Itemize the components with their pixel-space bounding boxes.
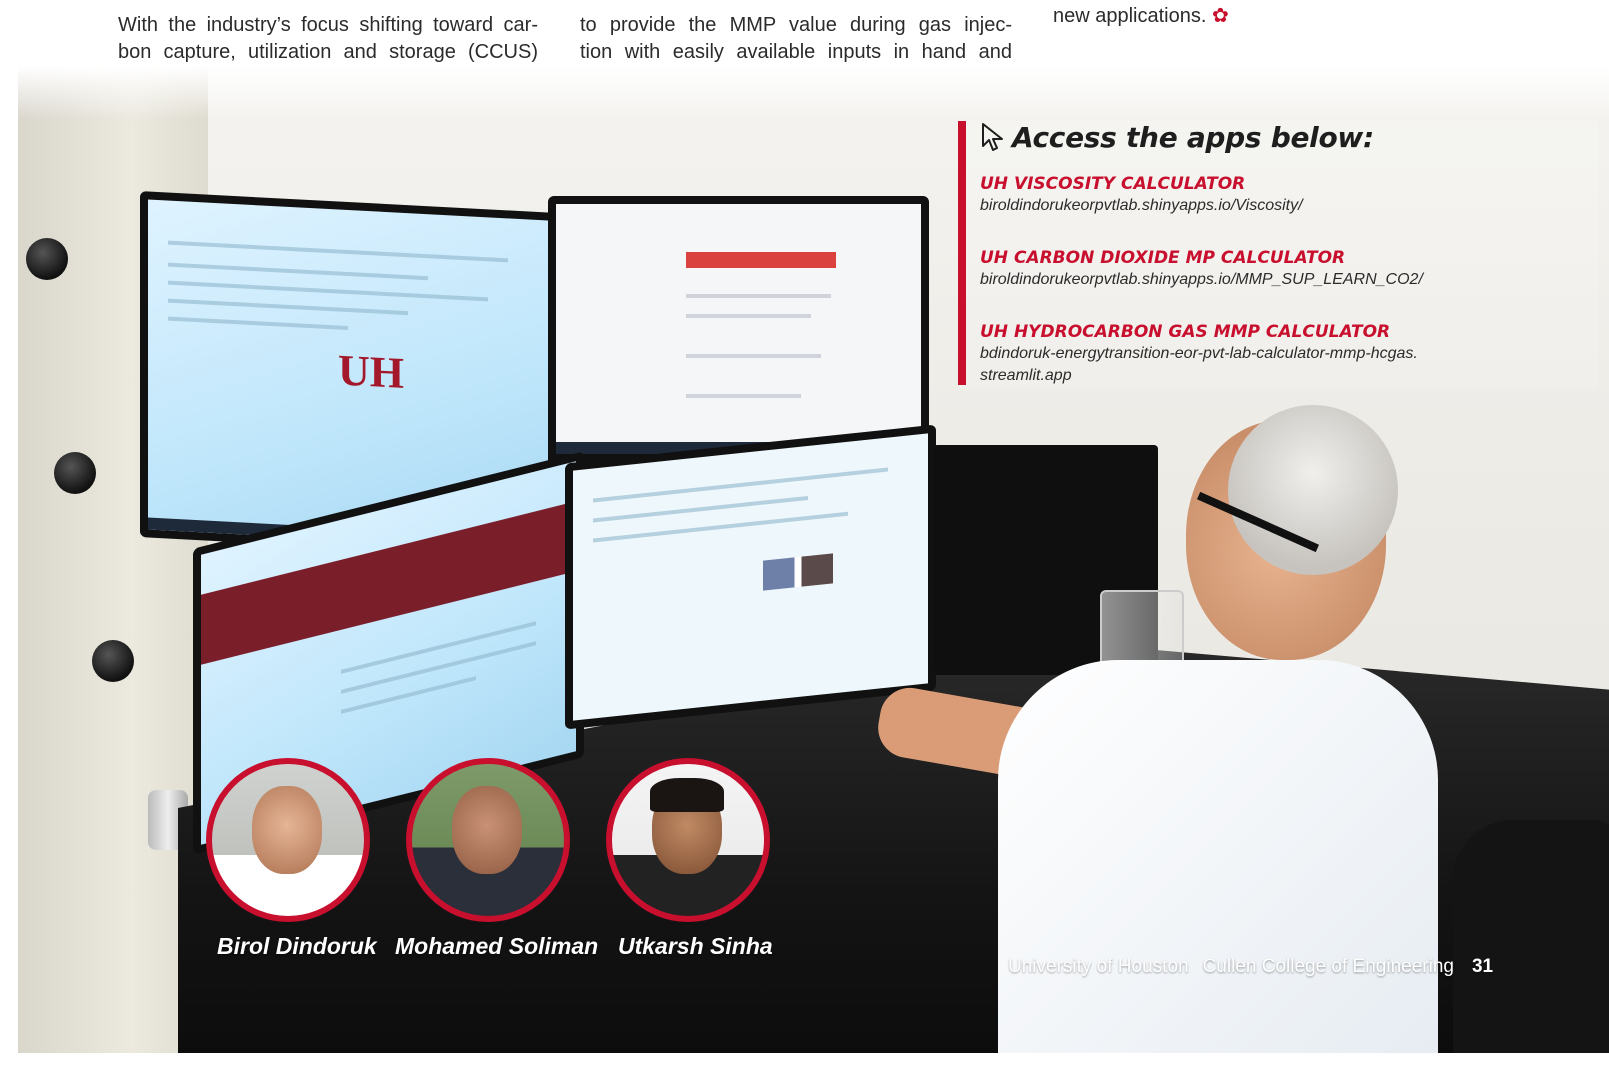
article-column-3: new applications. ✿ — [1053, 3, 1273, 30]
accent-bar — [958, 121, 966, 385]
cursor-arrow-icon — [982, 122, 1003, 151]
app-url-link[interactable]: biroldindorukeorpvtlab.shinyapps.io/Visc… — [980, 195, 1303, 217]
chair — [1453, 820, 1609, 1053]
app-title: UH HYDROCARBON GAS MMP CALCULATOR — [980, 322, 1391, 342]
footer-university: University of Houston — [1008, 956, 1189, 977]
wall-knob — [54, 452, 96, 494]
apps-sidebar: Access the apps below: UH VISCOSITY CALC… — [958, 121, 1598, 389]
app-url-link[interactable]: biroldindorukeorpvtlab.shinyapps.io/MMP_… — [980, 269, 1423, 291]
portrait-caption: Utkarsh Sinha — [618, 933, 773, 959]
portrait-caption: Mohamed Soliman — [395, 933, 599, 959]
app-title: UH VISCOSITY CALCULATOR — [980, 174, 1246, 194]
sidebar-heading: Access the apps below: — [980, 121, 1374, 154]
article-column-2: to provide the MMP value during gas inje… — [580, 12, 1012, 66]
article-line: With the industry’s focus shifting towar… — [118, 14, 538, 36]
portrait-birol-dindoruk — [206, 758, 370, 922]
page-number: 31 — [1471, 956, 1494, 977]
app-entry-hc-gas-mmp[interactable]: UH HYDROCARBON GAS MMP CALCULATOR bdindo… — [980, 321, 1418, 387]
article-line: tion with easily available inputs in han… — [580, 41, 1012, 63]
monitor-top-right — [548, 196, 929, 462]
article-end-text: new applications. — [1053, 5, 1207, 27]
wall-knob — [26, 238, 68, 280]
app-title: UH CARBON DIOXIDE MP CALCULATOR — [980, 248, 1346, 268]
wall-knob — [92, 640, 134, 682]
portrait-caption: Birol Dindoruk — [217, 933, 377, 959]
portrait-mohamed-soliman — [406, 758, 570, 922]
sidebar-heading-text: Access the apps below: — [1012, 121, 1374, 154]
footer-college: Cullen College of Engineering — [1202, 956, 1454, 977]
uh-logo: UH — [338, 345, 404, 398]
app-url-link-continued[interactable]: streamlit.app — [980, 365, 1418, 387]
page-footer: University of Houston Cullen College of E… — [1008, 956, 1493, 978]
article-line: to provide the MMP value during gas inje… — [580, 14, 1012, 36]
article-column-1: With the industry’s focus shifting towar… — [118, 12, 538, 66]
app-url-link[interactable]: bdindoruk-energytransition-eor-pvt-lab-c… — [980, 343, 1418, 365]
cougar-paw-icon: ✿ — [1212, 5, 1229, 27]
portrait-utkarsh-sinha — [606, 758, 770, 922]
monitor-bottom-right — [565, 424, 936, 730]
app-entry-co2-mp[interactable]: UH CARBON DIOXIDE MP CALCULATOR biroldin… — [980, 247, 1423, 291]
article-line: bon capture, utilization and storage (CC… — [118, 41, 538, 63]
person-lab-coat — [998, 660, 1438, 1053]
app-entry-viscosity[interactable]: UH VISCOSITY CALCULATOR biroldindorukeor… — [980, 173, 1303, 217]
article-line: new applications. ✿ — [1053, 3, 1273, 30]
